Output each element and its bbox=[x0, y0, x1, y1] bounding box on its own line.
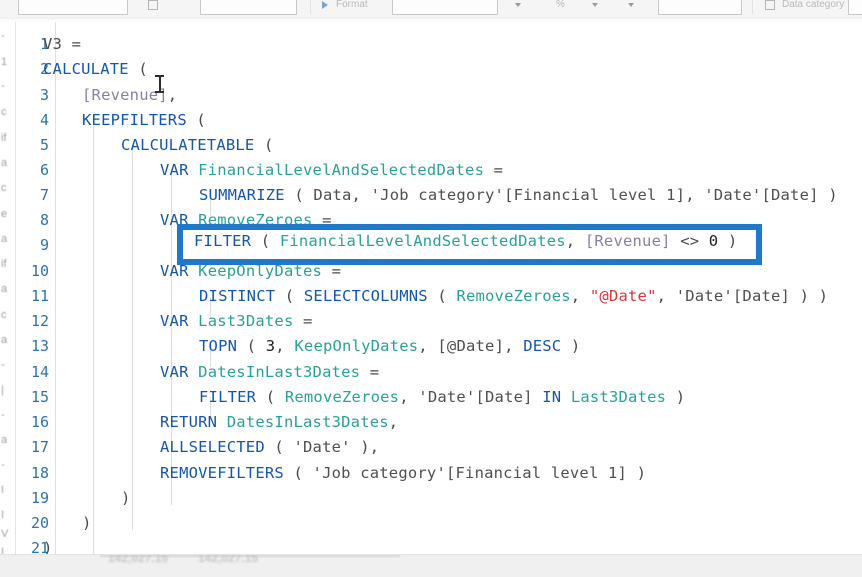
code-text: DISTINCT ( SELECTCOLUMNS ( RemoveZeroes,… bbox=[199, 287, 829, 305]
line-number: 12 bbox=[30, 312, 49, 330]
code-line[interactable]: 19 ) bbox=[16, 486, 862, 511]
code-line[interactable]: 16 RETURN DatesInLast3Dates, bbox=[16, 410, 862, 435]
formula-code-editor[interactable]: 1 V3 = 2 CALCULATE ( 3 [Revenue], 4 KEEP… bbox=[15, 22, 862, 555]
line-number: 5 bbox=[39, 136, 49, 154]
code-text: VAR Last3Dates = bbox=[160, 312, 313, 330]
ribbon-field-box-2[interactable] bbox=[200, 0, 297, 15]
line-number: 6 bbox=[39, 161, 49, 179]
code-text: KEEPFILTERS ( bbox=[82, 111, 206, 129]
table-icon bbox=[765, 0, 775, 10]
bottom-data-strip: 142,027.15 142,027.15 bbox=[0, 554, 862, 577]
chevron-down-icon-1[interactable] bbox=[515, 3, 521, 7]
code-line[interactable]: 21 ) bbox=[16, 536, 862, 555]
line-number: 16 bbox=[30, 413, 49, 431]
ribbon-select-box[interactable] bbox=[658, 0, 742, 15]
code-line[interactable]: 4 KEEPFILTERS ( bbox=[16, 108, 862, 133]
code-line[interactable]: 7 SUMMARIZE ( Data, 'Job category'[Finan… bbox=[16, 183, 862, 208]
bottom-value: 142,027.15 bbox=[198, 554, 259, 565]
code-line[interactable]: 11 DISTINCT ( SELECTCOLUMNS ( RemoveZero… bbox=[16, 284, 862, 309]
grid-icon bbox=[148, 0, 158, 10]
line-number: 10 bbox=[30, 262, 49, 280]
data-category-dropdown[interactable] bbox=[848, 0, 862, 15]
highlighted-code-text: FILTER ( FinancialLevelAndSelectedDates,… bbox=[194, 232, 738, 250]
code-line[interactable]: 12 VAR Last3Dates = bbox=[16, 309, 862, 334]
line-number: 18 bbox=[30, 464, 49, 482]
text-cursor-icon bbox=[155, 74, 164, 94]
code-text: CALCULATETABLE ( bbox=[121, 136, 274, 154]
chevron-down-icon-3[interactable] bbox=[628, 3, 634, 7]
code-text: TOPN ( 3, KeepOnlyDates, [@Date], DESC ) bbox=[199, 337, 581, 355]
code-line[interactable]: 5 CALCULATETABLE ( bbox=[16, 133, 862, 158]
ribbon-format-label: Format bbox=[336, 0, 368, 10]
code-line[interactable]: 1 V3 = bbox=[16, 32, 862, 57]
code-text: FILTER ( RemoveZeroes, 'Date'[Date] IN L… bbox=[199, 388, 686, 406]
code-text: ALLSELECTED ( 'Date' ), bbox=[160, 438, 380, 456]
ribbon-separator-2 bbox=[752, 0, 753, 14]
dax-formula-editor-window: Format % Data category - 1 - c if a c e … bbox=[0, 0, 862, 577]
chevron-down-icon-2[interactable] bbox=[592, 3, 598, 7]
line-number: 19 bbox=[30, 489, 49, 507]
line-number: 17 bbox=[30, 438, 49, 456]
line-number: 3 bbox=[39, 86, 49, 104]
code-line[interactable]: 20 ) bbox=[16, 511, 862, 536]
code-text: RETURN DatesInLast3Dates, bbox=[160, 413, 399, 431]
code-text: ) bbox=[43, 539, 53, 555]
ribbon-truncated-label-2 bbox=[165, 0, 168, 10]
code-line[interactable]: 13 TOPN ( 3, KeepOnlyDates, [@Date], DES… bbox=[16, 334, 862, 359]
line-number: 15 bbox=[30, 388, 49, 406]
code-text: REMOVEFILTERS ( 'Job category'[Financial… bbox=[160, 464, 647, 482]
line-number: 11 bbox=[30, 287, 49, 305]
ribbon-truncated-label-1 bbox=[120, 0, 123, 10]
code-text: V3 = bbox=[43, 35, 82, 53]
code-text: CALCULATE ( bbox=[43, 60, 148, 78]
code-line[interactable]: 2 CALCULATE ( bbox=[16, 57, 862, 82]
code-line[interactable]: 6 VAR FinancialLevelAndSelectedDates = bbox=[16, 158, 862, 183]
code-line[interactable]: 15 FILTER ( RemoveZeroes, 'Date'[Date] I… bbox=[16, 385, 862, 410]
bottom-value: 142,027.15 bbox=[108, 554, 169, 565]
annotation-highlighted-code: FILTER ( FinancialLevelAndSelectedDates,… bbox=[177, 224, 762, 265]
background-panel-edge: - 1 - c if a c e a if a c a - | - a - I … bbox=[0, 22, 15, 577]
code-line[interactable]: 17 ALLSELECTED ( 'Date' ), bbox=[16, 435, 862, 460]
code-text: SUMMARIZE ( Data, 'Job category'[Financi… bbox=[199, 186, 838, 204]
code-line[interactable]: 18 REMOVEFILTERS ( 'Job category'[Financ… bbox=[16, 461, 862, 486]
format-icon bbox=[322, 1, 328, 9]
code-text: VAR DatesInLast3Dates = bbox=[160, 363, 380, 381]
format-dropdown[interactable] bbox=[392, 0, 498, 15]
line-number: 7 bbox=[39, 186, 49, 204]
ribbon-percent-label: % bbox=[556, 0, 565, 10]
code-text: ) bbox=[121, 489, 131, 507]
line-number: 14 bbox=[30, 363, 49, 381]
ribbon-data-category-label: Data category bbox=[782, 0, 845, 10]
line-number: 4 bbox=[39, 111, 49, 129]
line-number: 9 bbox=[39, 236, 49, 254]
code-text: ) bbox=[82, 514, 92, 532]
code-text: VAR FinancialLevelAndSelectedDates = bbox=[160, 161, 504, 179]
ribbon-field-box-1[interactable] bbox=[18, 0, 128, 15]
line-number: 13 bbox=[30, 337, 49, 355]
code-line[interactable]: 14 VAR DatesInLast3Dates = bbox=[16, 360, 862, 385]
ribbon-separator-1 bbox=[310, 0, 311, 14]
line-number: 20 bbox=[30, 514, 49, 532]
ribbon-toolbar-strip: Format % Data category bbox=[0, 0, 862, 18]
line-number: 8 bbox=[39, 211, 49, 229]
code-line[interactable]: 3 [Revenue], bbox=[16, 83, 862, 108]
